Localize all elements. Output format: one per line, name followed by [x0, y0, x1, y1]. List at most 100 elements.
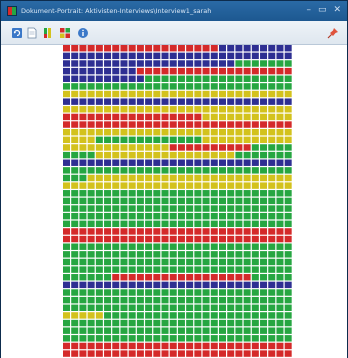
portrait-cell[interactable]: [120, 75, 128, 82]
portrait-cell[interactable]: [120, 174, 128, 182]
portrait-cell[interactable]: [79, 174, 87, 182]
portrait-cell[interactable]: [276, 212, 284, 220]
portrait-cell[interactable]: [71, 296, 79, 304]
portrait-cell[interactable]: [104, 106, 112, 113]
portrait-cell[interactable]: [104, 113, 112, 121]
portrait-cell[interactable]: [87, 335, 95, 342]
portrait-cell[interactable]: [128, 144, 136, 151]
portrait-cell[interactable]: [104, 197, 112, 205]
portrait-cell[interactable]: [169, 45, 177, 52]
portrait-cell[interactable]: [284, 121, 292, 128]
portrait-cell[interactable]: [120, 60, 128, 67]
portrait-cell[interactable]: [243, 144, 251, 151]
document-icon[interactable]: [26, 27, 38, 39]
portrait-cell[interactable]: [71, 289, 79, 296]
portrait-cell[interactable]: [260, 197, 268, 205]
portrait-cell[interactable]: [145, 113, 153, 121]
portrait-cell[interactable]: [87, 121, 95, 128]
portrait-cell[interactable]: [235, 52, 243, 60]
portrait-cell[interactable]: [260, 106, 268, 113]
portrait-cell[interactable]: [153, 144, 161, 151]
portrait-cell[interactable]: [210, 121, 218, 128]
portrait-cell[interactable]: [169, 235, 177, 243]
portrait-cell[interactable]: [104, 274, 112, 281]
portrait-cell[interactable]: [136, 274, 144, 281]
portrait-cell[interactable]: [251, 266, 259, 273]
portrait-cell[interactable]: [210, 151, 218, 159]
portrait-cell[interactable]: [169, 190, 177, 197]
portrait-cell[interactable]: [210, 312, 218, 319]
portrait-cell[interactable]: [227, 212, 235, 220]
portrait-cell[interactable]: [194, 121, 202, 128]
portrait-cell[interactable]: [120, 281, 128, 289]
portrait-cell[interactable]: [227, 289, 235, 296]
portrait-cell[interactable]: [235, 182, 243, 189]
portrait-cell[interactable]: [153, 266, 161, 273]
portrait-cell[interactable]: [153, 67, 161, 75]
portrait-cell[interactable]: [218, 251, 226, 258]
portrait-cell[interactable]: [79, 83, 87, 90]
portrait-cell[interactable]: [210, 304, 218, 311]
portrait-cell[interactable]: [227, 151, 235, 159]
portrait-cell[interactable]: [71, 212, 79, 220]
portrait-cell[interactable]: [202, 197, 210, 205]
portrait-cell[interactable]: [202, 274, 210, 281]
portrait-cell[interactable]: [186, 144, 194, 151]
portrait-cell[interactable]: [71, 190, 79, 197]
portrait-cell[interactable]: [251, 151, 259, 159]
portrait-cell[interactable]: [136, 220, 144, 228]
portrait-cell[interactable]: [95, 243, 103, 250]
portrait-cell[interactable]: [63, 197, 71, 205]
portrait-cell[interactable]: [218, 342, 226, 350]
portrait-cell[interactable]: [63, 220, 71, 228]
portrait-cell[interactable]: [79, 258, 87, 266]
portrait-cell[interactable]: [218, 182, 226, 189]
portrait-cell[interactable]: [194, 296, 202, 304]
portrait-cell[interactable]: [218, 60, 226, 67]
portrait-cell[interactable]: [186, 296, 194, 304]
portrait-cell[interactable]: [260, 174, 268, 182]
portrait-cell[interactable]: [120, 151, 128, 159]
portrait-cell[interactable]: [268, 98, 276, 105]
portrait-cell[interactable]: [87, 52, 95, 60]
portrait-cell[interactable]: [71, 45, 79, 52]
portrait-cell[interactable]: [260, 251, 268, 258]
portrait-cell[interactable]: [153, 159, 161, 166]
portrait-cell[interactable]: [136, 289, 144, 296]
portrait-cell[interactable]: [202, 52, 210, 60]
portrait-cell[interactable]: [145, 197, 153, 205]
portrait-cell[interactable]: [79, 75, 87, 82]
portrait-cell[interactable]: [71, 136, 79, 144]
portrait-cell[interactable]: [251, 136, 259, 144]
portrait-cell[interactable]: [87, 106, 95, 113]
portrait-cell[interactable]: [145, 90, 153, 98]
portrait-cell[interactable]: [169, 327, 177, 334]
portrait-cell[interactable]: [153, 274, 161, 281]
portrait-cell[interactable]: [251, 327, 259, 334]
portrait-cell[interactable]: [169, 342, 177, 350]
portrait-cell[interactable]: [202, 174, 210, 182]
portrait-cell[interactable]: [95, 312, 103, 319]
portrait-cell[interactable]: [251, 174, 259, 182]
portrait-cell[interactable]: [79, 52, 87, 60]
portrait-cell[interactable]: [87, 67, 95, 75]
portrait-cell[interactable]: [251, 167, 259, 174]
portrait-cell[interactable]: [153, 212, 161, 220]
portrait-cell[interactable]: [112, 281, 120, 289]
portrait-cell[interactable]: [276, 113, 284, 121]
portrait-cell[interactable]: [153, 289, 161, 296]
portrait-cell[interactable]: [63, 75, 71, 82]
portrait-cell[interactable]: [95, 197, 103, 205]
portrait-cell[interactable]: [268, 182, 276, 189]
portrait-cell[interactable]: [145, 243, 153, 250]
portrait-cell[interactable]: [128, 174, 136, 182]
portrait-cell[interactable]: [251, 128, 259, 136]
portrait-cell[interactable]: [128, 312, 136, 319]
portrait-cell[interactable]: [186, 174, 194, 182]
portrait-cell[interactable]: [227, 60, 235, 67]
portrait-cell[interactable]: [260, 335, 268, 342]
portrait-cell[interactable]: [71, 205, 79, 212]
portrait-cell[interactable]: [194, 67, 202, 75]
portrait-cell[interactable]: [235, 190, 243, 197]
portrait-cell[interactable]: [128, 60, 136, 67]
